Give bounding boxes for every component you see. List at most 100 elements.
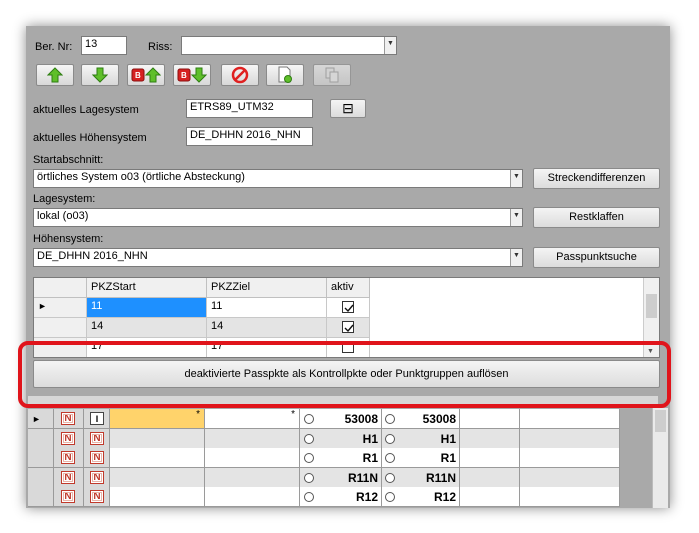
ber-nr-input[interactable]: 13 <box>81 36 127 55</box>
n-icon[interactable]: N <box>61 432 75 445</box>
n-icon[interactable]: N <box>90 432 104 445</box>
table-cell[interactable]: 11 <box>87 298 207 318</box>
table-cell[interactable] <box>205 429 300 449</box>
cancel-button[interactable] <box>221 64 259 86</box>
streckendifferenzen-button[interactable]: Streckendifferenzen <box>533 168 660 189</box>
ziel-radio[interactable] <box>385 473 395 483</box>
table-cell[interactable] <box>520 409 620 429</box>
start-radio[interactable] <box>304 453 314 463</box>
table-cell[interactable] <box>520 487 620 507</box>
n-icon[interactable]: N <box>61 412 75 425</box>
table-cell[interactable]: 11 <box>207 298 327 318</box>
chevron-down-icon[interactable]: ▼ <box>510 209 522 226</box>
table-cell[interactable] <box>205 487 300 507</box>
column-header[interactable]: PKZStart <box>87 278 207 298</box>
table-cell[interactable] <box>460 409 520 429</box>
table-cell[interactable] <box>460 448 520 468</box>
row-selector[interactable] <box>34 318 87 338</box>
table-cell[interactable] <box>110 487 205 507</box>
table-cell[interactable] <box>110 448 205 468</box>
start-value: 53008 <box>344 412 378 426</box>
new-document-button[interactable] <box>266 64 304 86</box>
collapse-icon: ⊟ <box>342 100 354 116</box>
table-cell[interactable]: 14 <box>207 318 327 338</box>
start-radio[interactable] <box>304 434 314 444</box>
n-icon[interactable]: N <box>61 471 75 484</box>
aktiv-cell[interactable] <box>327 298 370 318</box>
collapse-button[interactable]: ⊟ <box>330 99 366 118</box>
riss-label: Riss: <box>148 41 173 53</box>
hoehensystem-label: Höhensystem: <box>33 233 104 245</box>
row-selector[interactable]: ► <box>34 298 87 318</box>
table-cell[interactable] <box>460 487 520 507</box>
main-grid-scrollbar[interactable] <box>652 408 668 508</box>
startabschnitt-value: örtliches System o03 (örtliche Absteckun… <box>37 171 245 183</box>
table-cell[interactable] <box>460 468 520 488</box>
row-selector[interactable]: ► <box>28 409 54 429</box>
ziel-radio[interactable] <box>385 453 395 463</box>
row-selector[interactable] <box>28 468 54 488</box>
n-icon[interactable]: N <box>90 490 104 503</box>
highlight-outline <box>18 341 671 408</box>
row-selector[interactable] <box>28 429 54 449</box>
n-icon[interactable]: N <box>90 451 104 464</box>
chevron-down-icon[interactable]: ▼ <box>510 249 522 266</box>
chevron-down-icon[interactable]: ▼ <box>384 37 396 54</box>
start-radio[interactable] <box>304 492 314 502</box>
svg-text:B: B <box>135 71 141 80</box>
svg-text:B: B <box>181 71 187 80</box>
copy-button[interactable] <box>313 64 351 86</box>
move-down-button[interactable] <box>81 64 119 86</box>
lagesystem-value: lokal (o03) <box>37 210 89 222</box>
lagesystem-combo[interactable]: lokal (o03) ▼ <box>33 208 523 227</box>
info-icon[interactable]: I <box>90 412 104 425</box>
current-hoehensystem-label: aktuelles Höhensystem <box>33 132 147 144</box>
current-hoehensystem-field[interactable]: DE_DHHN 2016_NHN <box>186 127 313 146</box>
table-cell[interactable] <box>520 429 620 449</box>
table-cell[interactable]: * <box>110 409 205 429</box>
chevron-down-icon[interactable]: ▼ <box>510 170 522 187</box>
riss-combo[interactable]: ▼ <box>181 36 397 55</box>
copy-icon <box>325 67 339 83</box>
move-up-button[interactable] <box>36 64 74 86</box>
row-selector[interactable] <box>28 487 54 507</box>
startabschnitt-combo[interactable]: örtliches System o03 (örtliche Absteckun… <box>33 169 523 188</box>
n-icon[interactable]: N <box>90 471 104 484</box>
passpunktsuche-button[interactable]: Passpunktsuche <box>533 247 660 268</box>
aktiv-cell[interactable] <box>327 318 370 338</box>
table-cell[interactable]: 14 <box>87 318 207 338</box>
dialog-window: Ber. Nr: 13 Riss: ▼ B B aktuelles Lagesy… <box>26 26 670 508</box>
aktiv-checkbox[interactable] <box>342 321 354 333</box>
column-header[interactable]: PKZZiel <box>207 278 327 298</box>
ziel-radio[interactable] <box>385 414 395 424</box>
start-radio[interactable] <box>304 414 314 424</box>
table-cell[interactable]: * <box>205 409 300 429</box>
start-radio[interactable] <box>304 473 314 483</box>
aktiv-checkbox[interactable] <box>342 301 354 313</box>
n-icon[interactable]: N <box>61 451 75 464</box>
row-header-corner <box>34 278 87 298</box>
table-cell[interactable] <box>520 468 620 488</box>
table-cell[interactable] <box>205 448 300 468</box>
table-cell[interactable] <box>110 429 205 449</box>
start-value: R11N <box>347 471 378 485</box>
ziel-radio[interactable] <box>385 434 395 444</box>
column-header[interactable]: aktiv <box>327 278 370 298</box>
book-up-button[interactable]: B <box>127 64 165 86</box>
new-document-icon <box>278 66 292 83</box>
row-selector[interactable] <box>28 448 54 468</box>
startabschnitt-label: Startabschnitt: <box>33 154 104 166</box>
table-cell[interactable] <box>460 429 520 449</box>
checkmark-icon <box>344 324 354 333</box>
scrollbar-thumb[interactable] <box>655 410 666 432</box>
n-icon[interactable]: N <box>61 490 75 503</box>
restklaffen-button[interactable]: Restklaffen <box>533 207 660 228</box>
current-lagesystem-field[interactable]: ETRS89_UTM32 <box>186 99 313 118</box>
table-cell[interactable] <box>205 468 300 488</box>
table-cell[interactable] <box>110 468 205 488</box>
scrollbar-thumb[interactable] <box>646 294 657 318</box>
hoehensystem-combo[interactable]: DE_DHHN 2016_NHN ▼ <box>33 248 523 267</box>
table-cell[interactable] <box>520 448 620 468</box>
book-down-button[interactable]: B <box>173 64 211 86</box>
ziel-radio[interactable] <box>385 492 395 502</box>
